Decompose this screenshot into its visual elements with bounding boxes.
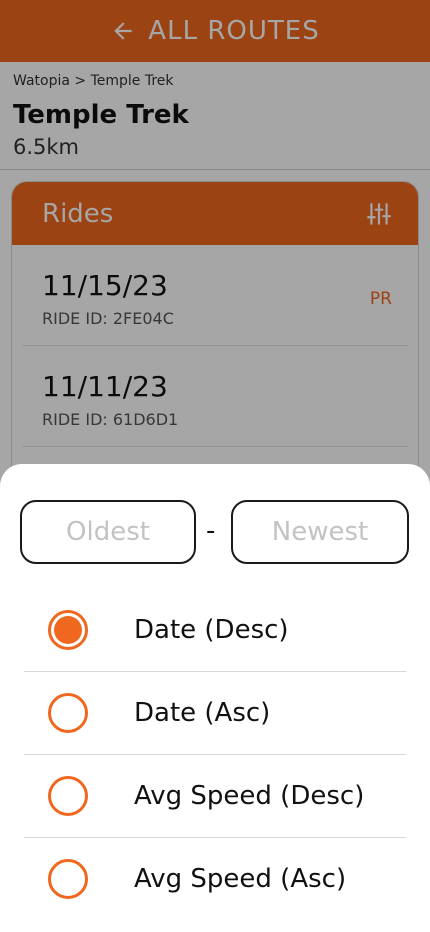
sort-option-speed-asc[interactable]: Avg Speed (Asc): [24, 837, 406, 920]
date-range: Oldest - Newest: [20, 500, 410, 566]
sort-option-speed-desc[interactable]: Avg Speed (Desc): [24, 754, 406, 838]
range-start-field[interactable]: Oldest: [20, 500, 196, 564]
sort-option-label: Date (Desc): [134, 614, 289, 645]
sort-option-date-asc[interactable]: Date (Asc): [24, 671, 406, 755]
sort-option-label: Avg Speed (Desc): [134, 780, 365, 811]
radio-icon[interactable]: [48, 775, 88, 816]
radio-dot: [54, 615, 82, 644]
sort-option-label: Date (Asc): [134, 697, 271, 728]
sort-bottom-sheet: Oldest - Newest Date (Desc) Date (Asc) A…: [0, 464, 430, 932]
radio-selected-icon[interactable]: [48, 609, 88, 650]
range-separator: -: [206, 516, 216, 546]
radio-icon[interactable]: [48, 692, 88, 733]
range-end-field[interactable]: Newest: [231, 500, 409, 564]
sort-option-date-desc[interactable]: Date (Desc): [24, 588, 406, 672]
sort-option-label: Avg Speed (Asc): [134, 863, 347, 894]
radio-icon[interactable]: [48, 858, 88, 899]
